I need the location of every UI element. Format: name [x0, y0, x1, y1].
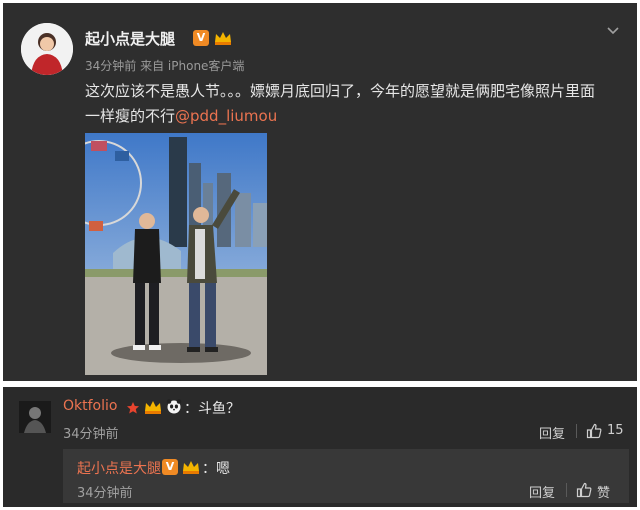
post-text-line2-prefix: 一样瘦的不行	[85, 107, 176, 125]
reply-text: ：嗯	[202, 461, 230, 477]
comment-time: 34分钟前	[63, 427, 119, 442]
weibo-post-card: 起小点是大腿 V 34分钟前 来自 iPhone客户端 这次应该不是愚人节。。。…	[3, 3, 637, 507]
author-avatar[interactable]	[21, 23, 73, 75]
post-photo[interactable]	[85, 133, 267, 375]
vip-crown-icon	[143, 399, 163, 415]
reply-button[interactable]: 回复	[529, 482, 555, 501]
like-count: 15	[607, 423, 624, 438]
reply-author-name[interactable]: 起小点是大腿	[77, 458, 161, 478]
commenter-name[interactable]: Oktfolio	[63, 398, 117, 414]
like-label[interactable]: 赞	[597, 482, 610, 501]
vip-crown-icon	[213, 30, 233, 46]
post-meta: 34分钟前 来自 iPhone客户端	[85, 57, 244, 74]
author-name[interactable]: 起小点是大腿	[85, 28, 175, 49]
like-icon[interactable]	[586, 423, 602, 439]
post-text: 这次应该不是愚人节。。。嫖嫖月底回归了，今年的愿望就是俩肥宅像照片里面 一样瘦的…	[85, 79, 605, 129]
post-text-line1: 这次应该不是愚人节。。。嫖嫖月底回归了，今年的愿望就是俩肥宅像照片里面	[85, 82, 596, 100]
comment-text: ：斗鱼？	[184, 401, 240, 417]
verified-badge: V	[193, 30, 209, 46]
reply-button[interactable]: 回复	[539, 423, 565, 442]
comment-section: Oktfolio ：斗鱼？ 34分钟前 回复 15 起小点是大腿 V ：嗯 34…	[3, 387, 637, 507]
post-source[interactable]: 来自 iPhone客户端	[140, 59, 244, 73]
vip-crown-icon	[181, 459, 201, 475]
action-separator	[566, 483, 567, 497]
verified-badge: V	[162, 459, 178, 475]
star-icon	[126, 400, 140, 414]
reply-time: 34分钟前	[77, 486, 133, 501]
chevron-down-icon[interactable]	[603, 23, 623, 39]
reply-item: 起小点是大腿 V ：嗯 34分钟前 回复 赞	[63, 449, 629, 503]
action-separator	[576, 424, 577, 438]
post-time: 34分钟前	[85, 59, 137, 73]
commenter-avatar[interactable]	[19, 401, 51, 433]
panda-icon	[166, 398, 182, 414]
post-text-line2: 一样瘦的不行@pdd_liumou	[85, 104, 605, 129]
post-section: 起小点是大腿 V 34分钟前 来自 iPhone客户端 这次应该不是愚人节。。。…	[3, 3, 637, 381]
like-icon[interactable]	[576, 482, 592, 498]
mention-link[interactable]: @pdd_liumou	[175, 107, 277, 125]
